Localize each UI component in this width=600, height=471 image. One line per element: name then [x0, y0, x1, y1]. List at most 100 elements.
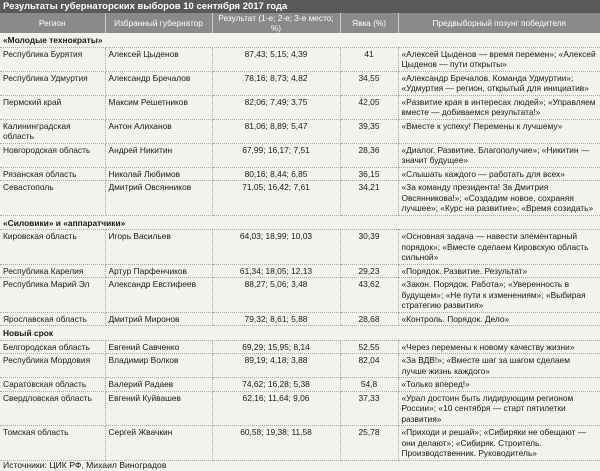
region-cell: Кировская область	[0, 229, 106, 265]
governor-cell: Максим Решетников	[105, 95, 213, 120]
table-row: Пермский край Максим Решетников 82,06; 7,4…	[0, 95, 600, 120]
result-cell: 64,03; 18,99; 10,03	[212, 229, 341, 265]
table-row: Республика Марий Эл Александр Евстифеев 88…	[0, 277, 600, 313]
group-row: Новый срок	[0, 325, 600, 341]
table-row: Ярославская область Дмитрий Миронов 79,32;…	[0, 312, 600, 326]
table-row: Республика Удмуртия Александр Бречалов 78,…	[0, 71, 600, 96]
table-row: Калининградская область Антон Алиханов 81,…	[0, 119, 600, 144]
turnout-cell: 39,35	[340, 119, 399, 144]
table-header-row: Регион Избранный губернатор Результат (1…	[0, 13, 600, 33]
table-row: Кировская область Игорь Васильев 64,03; 18…	[0, 229, 600, 265]
governor-cell: Артур Парфенчиков	[105, 264, 213, 278]
header-result: Результат (1-е; 2-е; 3-е место; %)	[212, 13, 341, 33]
governor-cell: Евгений Куйвашев	[105, 391, 213, 426]
region-cell: Республика Бурятия	[0, 47, 106, 72]
region-cell: Калининградская область	[0, 119, 106, 144]
result-cell: 69,29; 15,95; 8,14	[212, 340, 341, 354]
result-cell: 74,62; 16,28; 5,38	[212, 377, 341, 392]
result-cell: 80,16; 8,44; 6,85	[212, 167, 341, 181]
table-row: Белгородская область Евгений Савченко 69,2…	[0, 340, 600, 354]
governor-cell: Андрей Никитин	[105, 143, 213, 168]
turnout-cell: 54,8	[340, 377, 399, 392]
region-cell: Севастополь	[0, 180, 106, 216]
table-row: Новгородская область Андрей Никитин 67,99;…	[0, 143, 600, 168]
region-cell: Новгородская область	[0, 143, 106, 168]
governor-cell: Владимир Волков	[105, 353, 213, 378]
turnout-cell: 41	[340, 47, 399, 72]
table-row: Свердловская область Евгений Куйвашев 62,1…	[0, 391, 600, 426]
results-table: Регион Избранный губернатор Результат (1…	[0, 13, 600, 461]
region-cell: Белгородская область	[0, 340, 106, 354]
header-slogan: Предвыборный позунг победителя	[398, 13, 600, 33]
slogan-cell: «Закон. Порядок. Работа»; «Уверенность в…	[398, 277, 600, 313]
header-governor: Избранный губернатор	[105, 13, 213, 33]
turnout-cell: 52,55	[340, 340, 399, 354]
region-cell: Республика Марий Эл	[0, 277, 106, 313]
slogan-cell: «Основная задача — навести элементарный …	[398, 229, 600, 265]
region-cell: Республика Мордовия	[0, 353, 106, 378]
governor-cell: Александр Бречалов	[105, 71, 213, 96]
result-cell: 88,27; 5,06; 3,48	[212, 277, 341, 313]
source-note: Источники: ЦИК РФ, Михаил Виноградов	[3, 460, 167, 470]
governor-cell: Евгений Савченко	[105, 340, 213, 354]
region-cell: Ярославская область	[0, 312, 106, 326]
slogan-cell: «Через перемены к новому качеству жизни»	[398, 340, 600, 354]
turnout-cell: 36,15	[340, 167, 399, 181]
figure-title: Результаты губернаторских выборов 10 сен…	[0, 0, 600, 13]
region-cell: Саратовская область	[0, 377, 106, 392]
slogan-cell: «За ВДВ!»; «Вместе шаг за шагом сделаем …	[398, 353, 600, 378]
group-title: «Молодые технократы»	[0, 33, 600, 48]
results-figure: Результаты губернаторских выборов 10 сен…	[0, 0, 600, 471]
governor-cell: Николай Любимов	[105, 167, 213, 181]
governor-cell: Игорь Васильев	[105, 229, 213, 265]
slogan-cell: «Вместе к успеху! Перемены к лучшему»	[398, 119, 600, 144]
turnout-cell: 28,68	[340, 312, 399, 326]
turnout-cell: 42,05	[340, 95, 399, 120]
result-cell: 71,05; 16,42; 7,61	[212, 180, 341, 216]
turnout-cell: 28,36	[340, 143, 399, 168]
header-region: Регион	[0, 13, 106, 33]
table-row: Саратовская область Валерий Радаев 74,62; …	[0, 377, 600, 392]
result-cell: 67,99; 16,17; 7,51	[212, 143, 341, 168]
turnout-cell: 29,23	[340, 264, 399, 278]
result-cell: 87,43; 5,15; 4,39	[212, 47, 341, 72]
slogan-cell: «Диалог. Развитие. Благополучие»; «Никит…	[398, 143, 600, 168]
group-row: «Силовики» и «аппаратчики»	[0, 215, 600, 230]
slogan-cell: «Контроль. Порядок. Дело»	[398, 312, 600, 326]
result-cell: 60,58; 19,38; 11,58	[212, 425, 341, 461]
turnout-cell: 37,33	[340, 391, 399, 426]
governor-cell: Алексей Цыденов	[105, 47, 213, 72]
turnout-cell: 34,55	[340, 71, 399, 96]
slogan-cell: «Только вперед!»	[398, 377, 600, 392]
governor-cell: Дмитрий Миронов	[105, 312, 213, 326]
table-row: Рязанская область Николай Любимов 80,16; 8…	[0, 167, 600, 181]
governor-cell: Сергей Жвачкин	[105, 425, 213, 461]
table-row: Республика Мордовия Владимир Волков 89,19;…	[0, 353, 600, 378]
result-cell: 79,32; 8,61; 5,88	[212, 312, 341, 326]
governor-cell: Антон Алиханов	[105, 119, 213, 144]
turnout-cell: 34,21	[340, 180, 399, 216]
table-row: Республика Карелия Артур Парфенчиков 61,34…	[0, 264, 600, 278]
slogan-cell: «Слышать каждого — работать для всех»	[398, 167, 600, 181]
table-body: «Молодые технократы» Республика Бурятия Ал…	[0, 33, 600, 461]
table-row: Севастополь Дмитрий Овсянников 71,05; 16,4…	[0, 180, 600, 216]
slogan-cell: «Развитие края в интересах людей»; «Упра…	[398, 95, 600, 120]
table-row: Республика Бурятия Алексей Цыденов 87,43; …	[0, 47, 600, 72]
slogan-cell: «Порядок. Развитие. Результат»	[398, 264, 600, 278]
governor-cell: Александр Евстифеев	[105, 277, 213, 313]
result-cell: 62,16; 11,64; 9,06	[212, 391, 341, 426]
region-cell: Томская область	[0, 425, 106, 461]
group-row: «Молодые технократы»	[0, 33, 600, 48]
governor-cell: Дмитрий Овсянников	[105, 180, 213, 216]
result-cell: 82,06; 7,49; 3,75	[212, 95, 341, 120]
region-cell: Республика Карелия	[0, 264, 106, 278]
region-cell: Пермский край	[0, 95, 106, 120]
turnout-cell: 30,39	[340, 229, 399, 265]
result-cell: 61,34; 18,05; 12,13	[212, 264, 341, 278]
governor-cell: Валерий Радаев	[105, 377, 213, 392]
turnout-cell: 43,62	[340, 277, 399, 313]
group-title: Новый срок	[0, 325, 600, 341]
slogan-cell: «За команду президента! За Дмитрия Овсян…	[398, 180, 600, 216]
result-cell: 81,06; 8,89; 5,47	[212, 119, 341, 144]
slogan-cell: «Приходи и решай»; «Сибиряки не обещают …	[398, 425, 600, 461]
